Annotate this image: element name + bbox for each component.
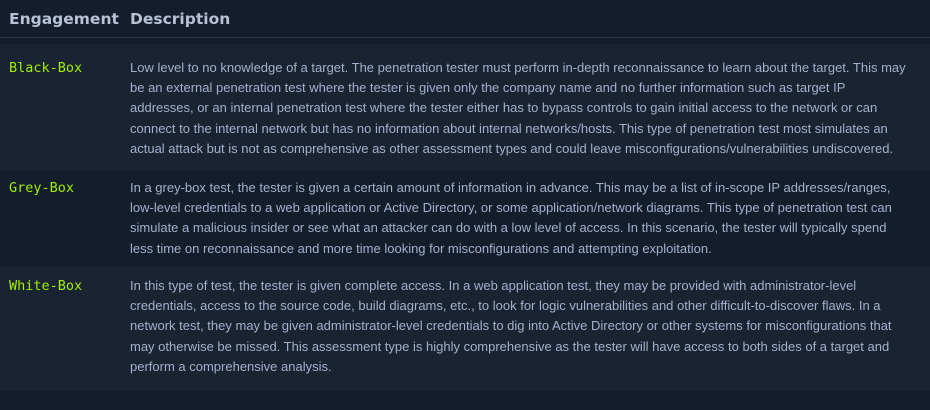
column-header-engagement: Engagement	[9, 9, 119, 28]
engagement-description: Low level to no knowledge of a target. T…	[130, 60, 906, 156]
engagement-type: Grey-Box	[9, 180, 75, 196]
table-row: Black-Box Low level to no knowledge of a…	[0, 44, 930, 171]
table-header: Engagement Description	[0, 0, 930, 38]
engagement-type: Black-Box	[9, 60, 83, 76]
table-row: White-Box In this type of test, the test…	[0, 267, 930, 391]
engagement-type: White-Box	[9, 278, 83, 294]
engagement-description: In a grey-box test, the tester is given …	[130, 180, 892, 256]
engagement-table: Engagement Description Black-Box Low lev…	[0, 0, 930, 410]
engagement-description: In this type of test, the tester is give…	[130, 278, 892, 374]
table-row: Grey-Box In a grey-box test, the tester …	[0, 171, 930, 267]
column-header-description: Description	[130, 9, 231, 28]
